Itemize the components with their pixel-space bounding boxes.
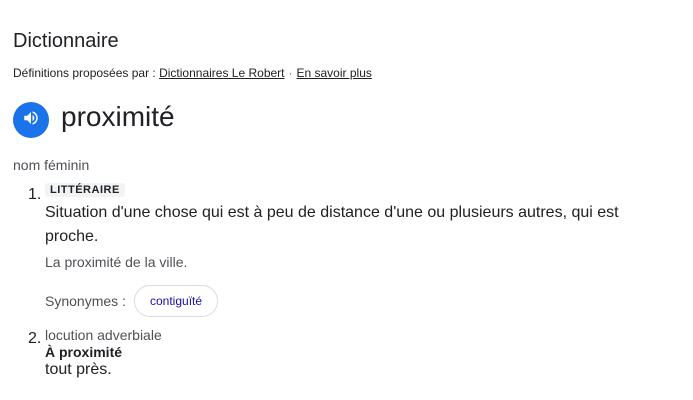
grammar-category: locution adverbiale bbox=[45, 327, 162, 343]
attribution-prefix: Définitions proposées par : bbox=[13, 66, 156, 80]
headword: proximité bbox=[61, 101, 175, 132]
definition-text: tout près. bbox=[45, 361, 112, 378]
more-info-link[interactable]: En savoir plus bbox=[297, 66, 372, 80]
part-of-speech: nom féminin bbox=[13, 157, 90, 173]
separator: · bbox=[288, 66, 293, 80]
source-link[interactable]: Dictionnaires Le Robert bbox=[159, 66, 284, 80]
page-title: Dictionnaire bbox=[13, 30, 119, 52]
phrase-text: À proximité bbox=[45, 344, 123, 360]
attribution: Définitions proposées par : Dictionnaire… bbox=[13, 66, 372, 80]
synonyms-label: Synonymes : bbox=[45, 293, 126, 309]
sense-number: 1. bbox=[28, 186, 42, 203]
definition-text: Situation d'une chose qui est à peu de d… bbox=[45, 204, 619, 245]
example-text: La proximité de la ville. bbox=[45, 254, 188, 270]
volume-icon bbox=[22, 109, 40, 132]
pronunciation-button[interactable] bbox=[13, 102, 49, 138]
register-badge: LITTÉRAIRE bbox=[45, 183, 125, 197]
sense-number: 2. bbox=[28, 330, 42, 347]
synonym-chip[interactable]: contiguïté bbox=[134, 285, 219, 317]
